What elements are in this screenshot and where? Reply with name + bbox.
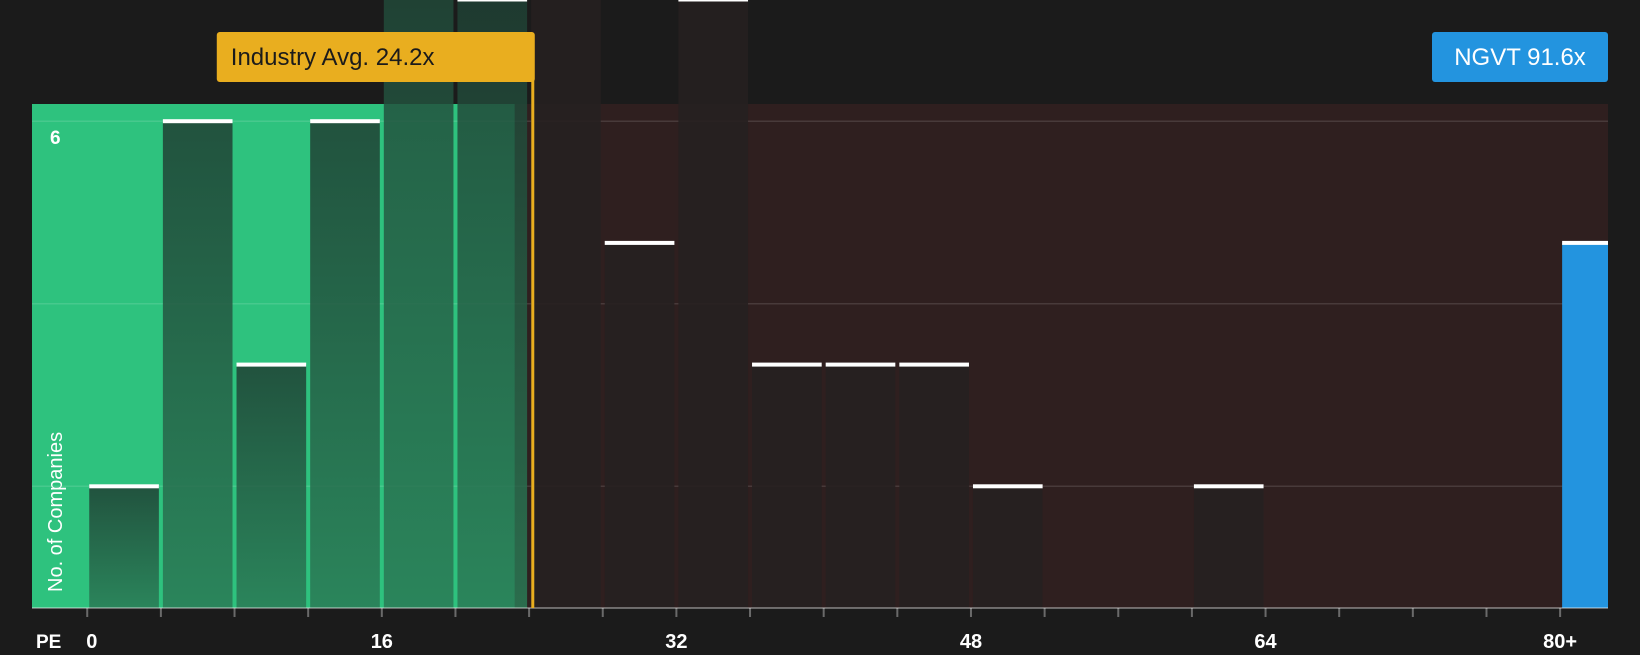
bar-bin-4 [162,121,233,608]
x-tick-label: 80+ [1543,631,1577,650]
x-tick-label: 48 [960,631,982,650]
bar-cap-bin-80 [1562,240,1608,245]
bar-bin-28 [604,242,675,608]
bar-bin-8 [236,364,307,608]
bar-bin-60 [1193,486,1264,608]
bar-bin-48 [972,486,1043,608]
bar-bin-36 [752,364,822,608]
y-tick-label: 6 [50,128,61,149]
bar-cap-bin-32 [678,0,749,2]
x-tick-label: 16 [371,631,393,650]
bar-cap-bin-44 [899,362,969,367]
bar-bin-24 [531,0,601,609]
bar-cap-bin-60 [1193,484,1264,489]
bar-bin-44 [899,364,969,608]
bar-bin-80 [1562,242,1608,608]
bar-bin-0 [89,486,159,608]
industry-avg-label: Industry Avg. 24.2x [231,44,435,71]
bar-cap-bin-36 [752,362,822,367]
x-tick-label: 0 [86,631,97,650]
x-tick-label: 32 [665,631,687,650]
bar-cap-bin-0 [89,484,159,489]
bar-cap-bin-40 [825,362,896,367]
bar-cap-bin-4 [162,119,233,124]
bar-cap-bin-28 [604,240,675,245]
company-label: NGVT 91.6x [1454,44,1586,71]
company-callout: NGVT 91.6x [1432,32,1608,82]
bar-bin-40 [825,364,896,608]
y-axis-label: No. of Companies [45,432,67,592]
bar-cap-bin-48 [972,484,1043,489]
pe-distribution-chart: 0 16 32 48 64 80+ 6 No. of Companies PE Indus… [0,0,1640,653]
bar-cap-bin-12 [310,119,380,124]
x-tick-label: 64 [1254,631,1277,650]
industry-avg-callout: Industry Avg. 24.2x [216,32,535,82]
bar-cap-bin-8 [236,362,307,367]
bar-bin-16 [383,0,454,609]
bar-bin-32 [678,0,749,608]
x-axis-label: PE [36,632,61,650]
bar-cap-bin-20 [457,0,528,2]
bar-bin-20 [457,0,528,608]
bar-bin-12 [310,121,380,608]
x-axis-ticks: 0 16 32 48 64 80+ [86,608,1577,653]
chart-svg: 0 16 32 48 64 80+ 6 No. of Companies PE Indus… [32,0,1608,653]
